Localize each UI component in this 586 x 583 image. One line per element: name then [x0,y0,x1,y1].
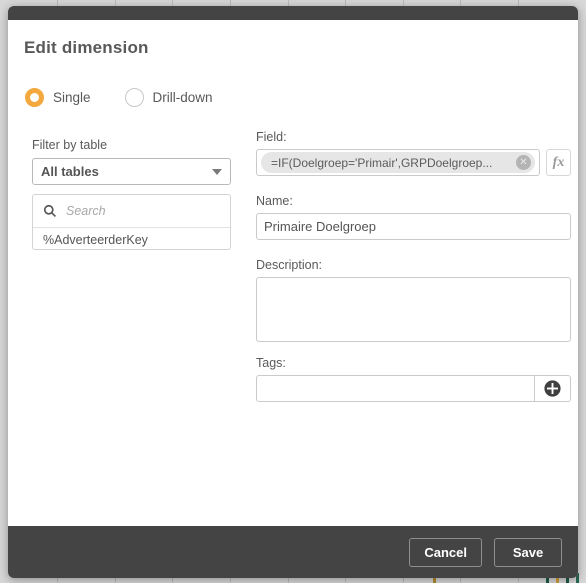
dialog-body: Edit dimension Single Drill-down Filter … [8,20,578,526]
tags-row [256,375,571,402]
list-item[interactable]: %AdverteerderKey [33,228,230,247]
dialog-title-bar [8,6,578,20]
edit-dimension-dialog: Edit dimension Single Drill-down Filter … [8,6,578,578]
radio-unselected-icon [124,88,144,107]
name-value: Primaire Doelgroep [264,219,376,234]
description-textarea[interactable] [256,277,571,342]
fx-icon: fx [552,154,565,170]
search-placeholder: Search [66,204,106,218]
radio-option-drill-down[interactable]: Drill-down [124,88,213,107]
expression-chip-text: =IF(Doelgroep='Primair',GRPDoelgroep... [271,155,493,170]
field-list-panel: Search %AdverteerderKey [32,194,231,250]
save-button[interactable]: Save [494,537,562,567]
tags-input[interactable] [256,375,534,402]
filter-by-table-label: Filter by table [32,138,108,152]
table-filter-select[interactable]: All tables [32,158,231,185]
page-title: Edit dimension [24,38,149,57]
expression-editor-button[interactable]: fx [546,149,571,176]
table-filter-value: All tables [41,164,99,179]
radio-label-drill-down: Drill-down [152,90,213,105]
close-icon[interactable]: ✕ [516,155,531,170]
field-label: Field: [256,130,287,144]
search-icon [43,204,57,218]
radio-label-single: Single [53,90,91,105]
radio-option-single[interactable]: Single [25,88,91,107]
dimension-mode-radio-group: Single Drill-down [25,88,247,107]
dialog-footer: Cancel Save [8,526,578,578]
radio-selected-icon [25,88,44,107]
name-label: Name: [256,194,293,208]
description-label: Description: [256,258,322,272]
name-input[interactable]: Primaire Doelgroep [256,213,571,240]
plus-circle-icon [544,380,561,397]
add-tag-button[interactable] [534,375,571,402]
field-row: =IF(Doelgroep='Primair',GRPDoelgroep... … [256,149,571,176]
chevron-down-icon [212,168,222,175]
dimension-properties-panel: Field: =IF(Doelgroep='Primair',GRPDoelgr… [256,130,571,402]
field-expression-input[interactable]: =IF(Doelgroep='Primair',GRPDoelgroep... … [256,149,540,176]
search-input[interactable]: Search [33,195,230,228]
expression-chip[interactable]: =IF(Doelgroep='Primair',GRPDoelgroep... … [261,152,535,173]
cancel-button[interactable]: Cancel [409,537,482,567]
tags-label: Tags: [256,356,286,370]
